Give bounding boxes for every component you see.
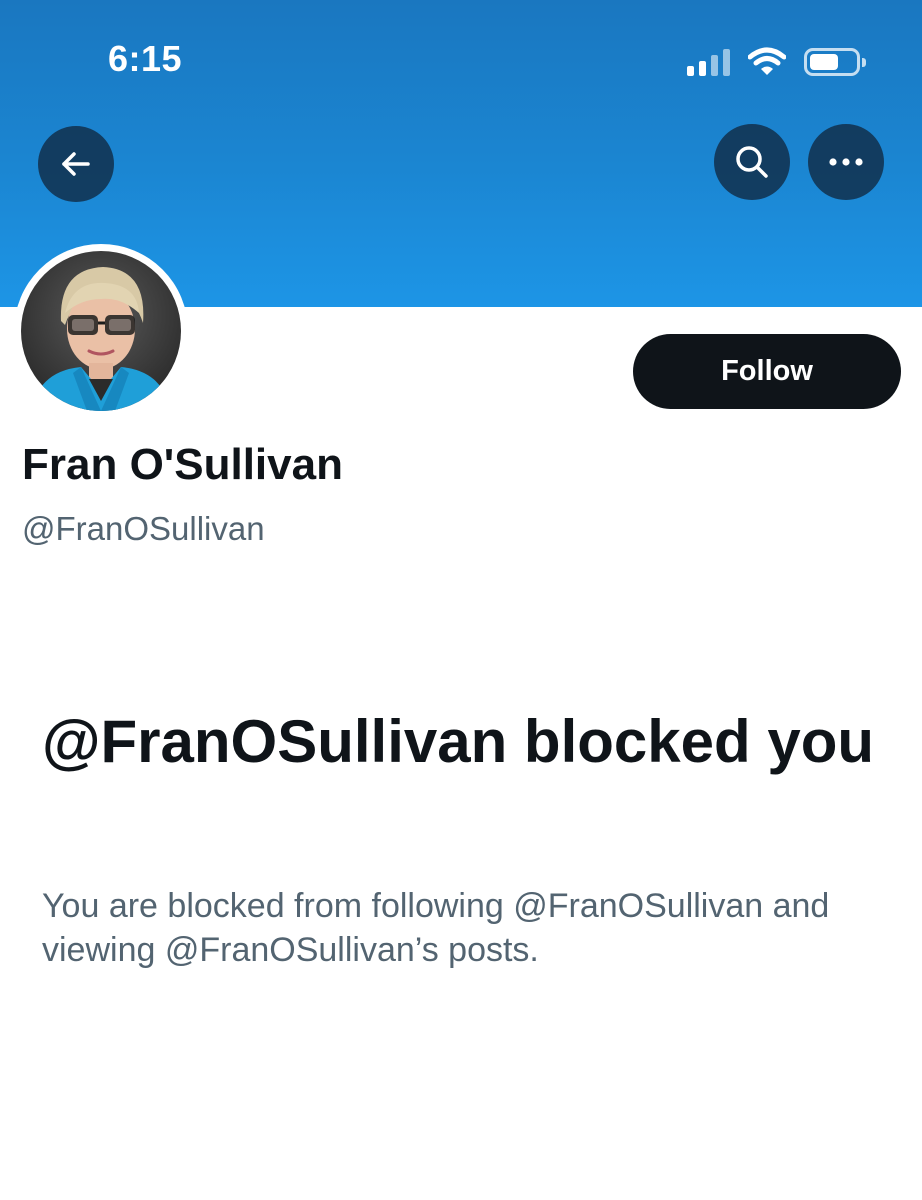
- more-options-button[interactable]: [808, 124, 884, 200]
- cellular-signal-icon: [687, 48, 730, 76]
- blocked-description: You are blocked from following @FranOSul…: [42, 887, 830, 969]
- follow-button[interactable]: Follow: [633, 334, 901, 409]
- search-button[interactable]: [714, 124, 790, 200]
- status-time: 6:15: [108, 38, 183, 79]
- back-button[interactable]: [38, 126, 114, 202]
- more-horizontal-icon: [829, 158, 863, 166]
- avatar-photo: [21, 251, 181, 411]
- wifi-icon: [748, 47, 786, 75]
- search-icon: [736, 146, 768, 178]
- battery-icon: [804, 48, 866, 76]
- blocked-title: @FranOSullivan blocked you: [42, 708, 875, 775]
- profile-display-name: Fran O'Sullivan: [22, 440, 343, 489]
- status-icons: [687, 44, 866, 80]
- arrow-left-icon: [62, 152, 90, 176]
- profile-screen: 6:15 Follow Fran O'Sullivan @FranOSulliv…: [0, 0, 922, 1200]
- profile-handle: @FranOSullivan: [22, 510, 265, 547]
- avatar[interactable]: [14, 244, 188, 418]
